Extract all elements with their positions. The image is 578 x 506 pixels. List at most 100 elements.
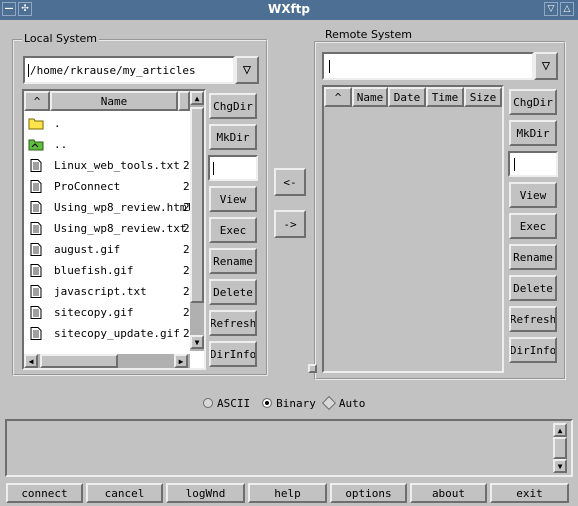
maximize-icon[interactable]: △ (560, 2, 574, 16)
remote-mkdir-button[interactable]: MkDir (509, 120, 557, 146)
remote-name-header[interactable]: Name (352, 87, 388, 107)
local-chgdir-button[interactable]: ChgDir (209, 93, 257, 119)
scroll-down-icon[interactable]: ▼ (190, 335, 204, 349)
remote-sort-header[interactable]: ^ (324, 87, 352, 107)
remote-chgdir-button[interactable]: ChgDir (509, 89, 557, 115)
logwnd-button[interactable]: logWnd (166, 483, 245, 503)
local-hscroll-thumb[interactable] (40, 354, 118, 368)
remote-refresh-button[interactable]: Refresh (509, 306, 557, 332)
scroll-up-icon[interactable]: ▲ (190, 91, 204, 105)
local-file-row[interactable]: Using_wp8_review.html (28, 197, 190, 218)
remote-date-header[interactable]: Date (388, 87, 426, 107)
local-path-dropdown-button[interactable]: ▽ (235, 56, 259, 84)
local-file-name: .. (54, 138, 68, 151)
file-icon (28, 201, 44, 214)
local-file-row[interactable]: sitecopy_update.gif (28, 323, 180, 344)
local-command-input[interactable] (208, 155, 258, 181)
local-file-size-cell: 2 (183, 306, 190, 319)
file-icon (28, 243, 44, 256)
local-file-row[interactable]: . (28, 113, 61, 134)
transfer-to-local-button[interactable]: <- (274, 168, 306, 196)
remote-file-list[interactable]: ^ Name Date Time Size (322, 85, 504, 373)
local-file-row[interactable]: Linux_web_tools.txt (28, 155, 180, 176)
local-file-list[interactable]: ^ Name ... Linux_web_tools.txt ProConnect U… (22, 89, 206, 370)
local-file-row[interactable]: august.gif (28, 239, 120, 260)
remote-path-input[interactable] (322, 52, 534, 80)
auto-label: Auto (338, 396, 366, 410)
transfer-to-remote-button[interactable]: -> (274, 210, 306, 238)
local-rename-button[interactable]: Rename (209, 248, 257, 274)
auto-toggle[interactable] (321, 395, 336, 411)
help-button[interactable]: help (248, 483, 327, 503)
log-area[interactable]: ▲ ▼ (5, 419, 573, 477)
local-vscroll-thumb[interactable] (190, 107, 204, 303)
local-file-size-cell: 2 (183, 243, 190, 256)
local-sort-header[interactable]: ^ (24, 91, 50, 111)
local-file-name: august.gif (54, 243, 121, 256)
about-button[interactable]: about (410, 483, 487, 503)
binary-radio[interactable] (262, 398, 273, 408)
options-button[interactable]: options (330, 483, 407, 503)
remote-exec-button[interactable]: Exec (509, 213, 557, 239)
local-size-header[interactable] (178, 91, 190, 111)
local-file-name: Using_wp8_review.txt (54, 222, 187, 235)
local-file-size-cell: 2 (183, 180, 190, 193)
remote-system-legend: Remote System (323, 28, 414, 41)
exit-button[interactable]: exit (490, 483, 569, 503)
remote-delete-button[interactable]: Delete (509, 275, 557, 301)
local-mkdir-button[interactable]: MkDir (209, 124, 257, 150)
local-view-button[interactable]: View (209, 186, 257, 212)
local-file-row[interactable]: Using_wp8_review.txt (28, 218, 186, 239)
local-file-row[interactable]: javascript.txt (28, 281, 147, 302)
local-path-input[interactable]: /home/rkrause/my_articles (23, 56, 235, 84)
remote-rename-button[interactable]: Rename (509, 244, 557, 270)
connect-button[interactable]: connect (6, 483, 83, 503)
local-file-name: . (54, 117, 61, 130)
local-file-size-cell: 2 (183, 264, 190, 277)
log-scrollbar[interactable]: ▲ ▼ (553, 423, 567, 473)
local-exec-button[interactable]: Exec (209, 217, 257, 243)
title-bar[interactable]: — ✣ WXftp ▽ △ (0, 0, 578, 20)
file-icon (28, 264, 44, 277)
transfer-mode-group: ASCII Binary Auto (203, 395, 365, 411)
remote-resize-handle[interactable] (308, 364, 317, 373)
local-dirinfo-button[interactable]: DirInfo (209, 341, 257, 367)
local-file-size-cell: 2 (183, 327, 190, 340)
remote-size-header[interactable]: Size (464, 87, 502, 107)
local-file-size-cell: 2 (183, 201, 190, 214)
remote-dirinfo-button[interactable]: DirInfo (509, 337, 557, 363)
local-file-row[interactable]: bluefish.gif (28, 260, 133, 281)
scroll-right-icon[interactable]: ▶ (174, 354, 188, 368)
ascii-radio[interactable] (203, 398, 213, 408)
log-scroll-thumb[interactable] (553, 437, 567, 459)
scroll-left-icon[interactable]: ◀ (24, 354, 38, 368)
local-vertical-scrollbar[interactable]: ▲ ▼ (190, 91, 204, 351)
remote-time-header[interactable]: Time (426, 87, 464, 107)
local-file-row[interactable]: sitecopy.gif (28, 302, 133, 323)
remote-command-input[interactable] (508, 151, 558, 177)
local-file-name: Linux_web_tools.txt (54, 159, 180, 172)
local-horizontal-scrollbar[interactable]: ◀ ▶ (24, 354, 190, 368)
file-icon (28, 180, 44, 193)
local-refresh-button[interactable]: Refresh (209, 310, 257, 336)
local-file-row[interactable]: ProConnect (28, 176, 120, 197)
folder-icon (28, 117, 44, 130)
file-icon (28, 285, 44, 298)
local-file-name: sitecopy.gif (54, 306, 134, 319)
remote-view-button[interactable]: View (509, 182, 557, 208)
local-delete-button[interactable]: Delete (209, 279, 257, 305)
cancel-button[interactable]: cancel (86, 483, 163, 503)
scroll-down-icon[interactable]: ▼ (553, 459, 567, 473)
local-file-name: sitecopy_update.gif (54, 327, 180, 340)
local-file-name: Using_wp8_review.html (54, 201, 190, 214)
local-file-size-cell: 2 (183, 285, 190, 298)
window-title: WXftp (267, 2, 311, 16)
local-file-row[interactable]: .. (28, 134, 67, 155)
scroll-up-icon[interactable]: ▲ (553, 423, 567, 437)
chevron-down-icon: ▽ (541, 58, 551, 74)
local-name-header[interactable]: Name (50, 91, 178, 111)
minimize-icon[interactable]: ▽ (544, 2, 558, 16)
local-file-name: javascript.txt (54, 285, 147, 298)
remote-path-dropdown-button[interactable]: ▽ (534, 52, 558, 80)
file-icon (28, 222, 44, 235)
